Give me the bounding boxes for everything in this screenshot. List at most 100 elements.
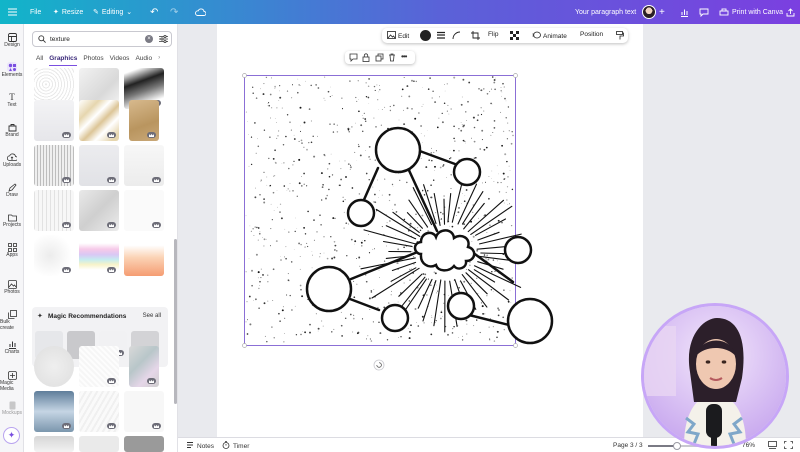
transparency-button[interactable] — [510, 31, 519, 42]
tab-photos[interactable]: Photos — [83, 54, 103, 66]
texture-speckle — [465, 142, 466, 144]
edit-button[interactable]: Edit — [387, 31, 409, 41]
tab-videos[interactable]: Videos — [110, 54, 130, 66]
insights-button[interactable] — [680, 0, 689, 24]
clear-search-button[interactable]: × — [145, 35, 153, 43]
comment-add-icon[interactable] — [349, 53, 358, 64]
zoom-slider-thumb[interactable] — [673, 442, 682, 450]
graphic-thumbnail[interactable] — [129, 346, 159, 387]
rail-item-projects[interactable]: Projects — [0, 212, 24, 228]
texture-speckle — [481, 129, 484, 132]
graphic-thumbnail[interactable] — [79, 145, 119, 186]
tabs-next-icon[interactable]: › — [158, 54, 160, 66]
see-all-link[interactable]: See all — [143, 313, 161, 319]
graphic-thumbnail[interactable] — [124, 436, 164, 452]
rail-item-draw[interactable]: Draw — [0, 182, 24, 198]
line-style-button[interactable] — [436, 31, 446, 42]
texture-speckle — [251, 284, 253, 287]
rotate-handle[interactable] — [373, 359, 385, 371]
notes-button[interactable]: Notes — [186, 441, 214, 451]
rail-item-photos[interactable]: Photos — [0, 279, 24, 295]
texture-speckle — [451, 225, 454, 228]
rail-item-magic-media[interactable]: Magic Media — [0, 370, 24, 392]
file-menu[interactable]: File — [30, 0, 41, 24]
texture-speckle — [432, 90, 434, 93]
document-title[interactable]: Your paragraph text — [575, 0, 636, 24]
redo-button[interactable]: ↷ — [170, 0, 178, 24]
design-page[interactable] — [217, 24, 643, 437]
panel-scrollbar[interactable] — [174, 239, 177, 404]
add-collaborator-button[interactable]: + — [659, 0, 665, 24]
rail-item-uploads[interactable]: Uploads — [0, 152, 24, 168]
avatar[interactable] — [642, 0, 656, 24]
comments-button[interactable] — [699, 0, 709, 24]
lock-icon[interactable] — [362, 53, 370, 64]
graphic-thumbnail[interactable] — [79, 436, 119, 452]
rail-item-apps[interactable]: Apps — [0, 242, 24, 258]
filter-button[interactable] — [159, 34, 168, 45]
search-input[interactable] — [50, 34, 140, 45]
rail-item-design[interactable]: Design — [0, 32, 24, 48]
graphic-thumbnail[interactable] — [124, 391, 164, 432]
rail-item-elements[interactable]: Elements — [0, 62, 24, 78]
pages-view-button[interactable] — [768, 441, 777, 451]
rail-item-charts[interactable]: Charts — [0, 339, 24, 355]
resize-handle[interactable] — [513, 343, 518, 348]
crop-button[interactable] — [471, 31, 480, 42]
tab-graphics[interactable]: Graphics — [49, 54, 78, 66]
cloud-save-button[interactable] — [195, 0, 206, 24]
page-indicator[interactable]: Page 3 / 3 — [613, 442, 643, 449]
graphic-thumbnail[interactable] — [34, 346, 74, 387]
print-button[interactable]: Print with Canva — [719, 0, 783, 24]
graphic-thumbnail[interactable] — [34, 145, 74, 186]
texture-speckle — [491, 270, 493, 273]
texture-speckle — [365, 172, 368, 175]
timer-button[interactable]: Timer — [222, 441, 249, 451]
undo-button[interactable]: ↶ — [150, 0, 158, 24]
graphic-thumbnail[interactable] — [129, 100, 159, 141]
rail-item-mockups[interactable]: Mockups — [0, 400, 24, 416]
graphic-thumbnail[interactable] — [34, 436, 74, 452]
graphic-thumbnail[interactable] — [79, 346, 119, 387]
texture-speckle — [249, 323, 252, 326]
texture-speckle — [377, 99, 379, 101]
graphic-thumbnail[interactable] — [124, 145, 164, 186]
magic-assistant-button[interactable]: ✦ — [3, 427, 20, 444]
resize-handle[interactable] — [242, 73, 247, 78]
graphic-thumbnail[interactable] — [79, 100, 119, 141]
copy-style-button[interactable] — [616, 31, 624, 42]
graphic-thumbnail[interactable] — [34, 391, 74, 432]
graphic-thumbnail[interactable] — [34, 190, 74, 231]
resize-button[interactable]: ✦ Resize — [53, 0, 83, 24]
resize-handle[interactable] — [242, 343, 247, 348]
animate-button[interactable]: Animate — [532, 31, 567, 41]
corner-style-button[interactable] — [452, 31, 461, 42]
resize-handle[interactable] — [513, 73, 518, 78]
color-swatch-button[interactable] — [420, 30, 431, 41]
tab-all[interactable]: All — [36, 54, 43, 66]
graphic-thumbnail[interactable] — [124, 235, 164, 276]
flip-button[interactable]: Flip — [488, 31, 498, 38]
duplicate-icon[interactable] — [375, 53, 384, 64]
texture-speckle — [421, 105, 423, 107]
texture-speckle — [508, 165, 510, 167]
trash-icon[interactable] — [388, 53, 396, 64]
graphic-thumbnail[interactable] — [124, 190, 164, 231]
rail-item-text[interactable]: T Text — [0, 92, 24, 108]
burst-ray — [463, 202, 485, 230]
graphic-thumbnail[interactable] — [34, 100, 74, 141]
editing-mode-button[interactable]: ✎ Editing ⌄ — [93, 0, 132, 24]
graphic-thumbnail[interactable] — [79, 190, 119, 231]
graphic-thumbnail[interactable] — [79, 235, 119, 276]
graphic-thumbnail[interactable] — [34, 235, 74, 276]
rail-item-brand[interactable]: Brand — [0, 122, 24, 138]
tab-audio[interactable]: Audio — [135, 54, 152, 66]
position-button[interactable]: Position — [580, 31, 603, 38]
rail-item-bulk-create[interactable]: Bulk create — [0, 309, 24, 331]
texture-speckle — [465, 189, 468, 191]
fullscreen-button[interactable] — [784, 441, 793, 451]
graphic-thumbnail[interactable] — [79, 391, 119, 432]
share-button[interactable] — [786, 0, 795, 24]
more-icon[interactable]: ••• — [401, 52, 407, 61]
menu-button[interactable] — [8, 0, 17, 24]
